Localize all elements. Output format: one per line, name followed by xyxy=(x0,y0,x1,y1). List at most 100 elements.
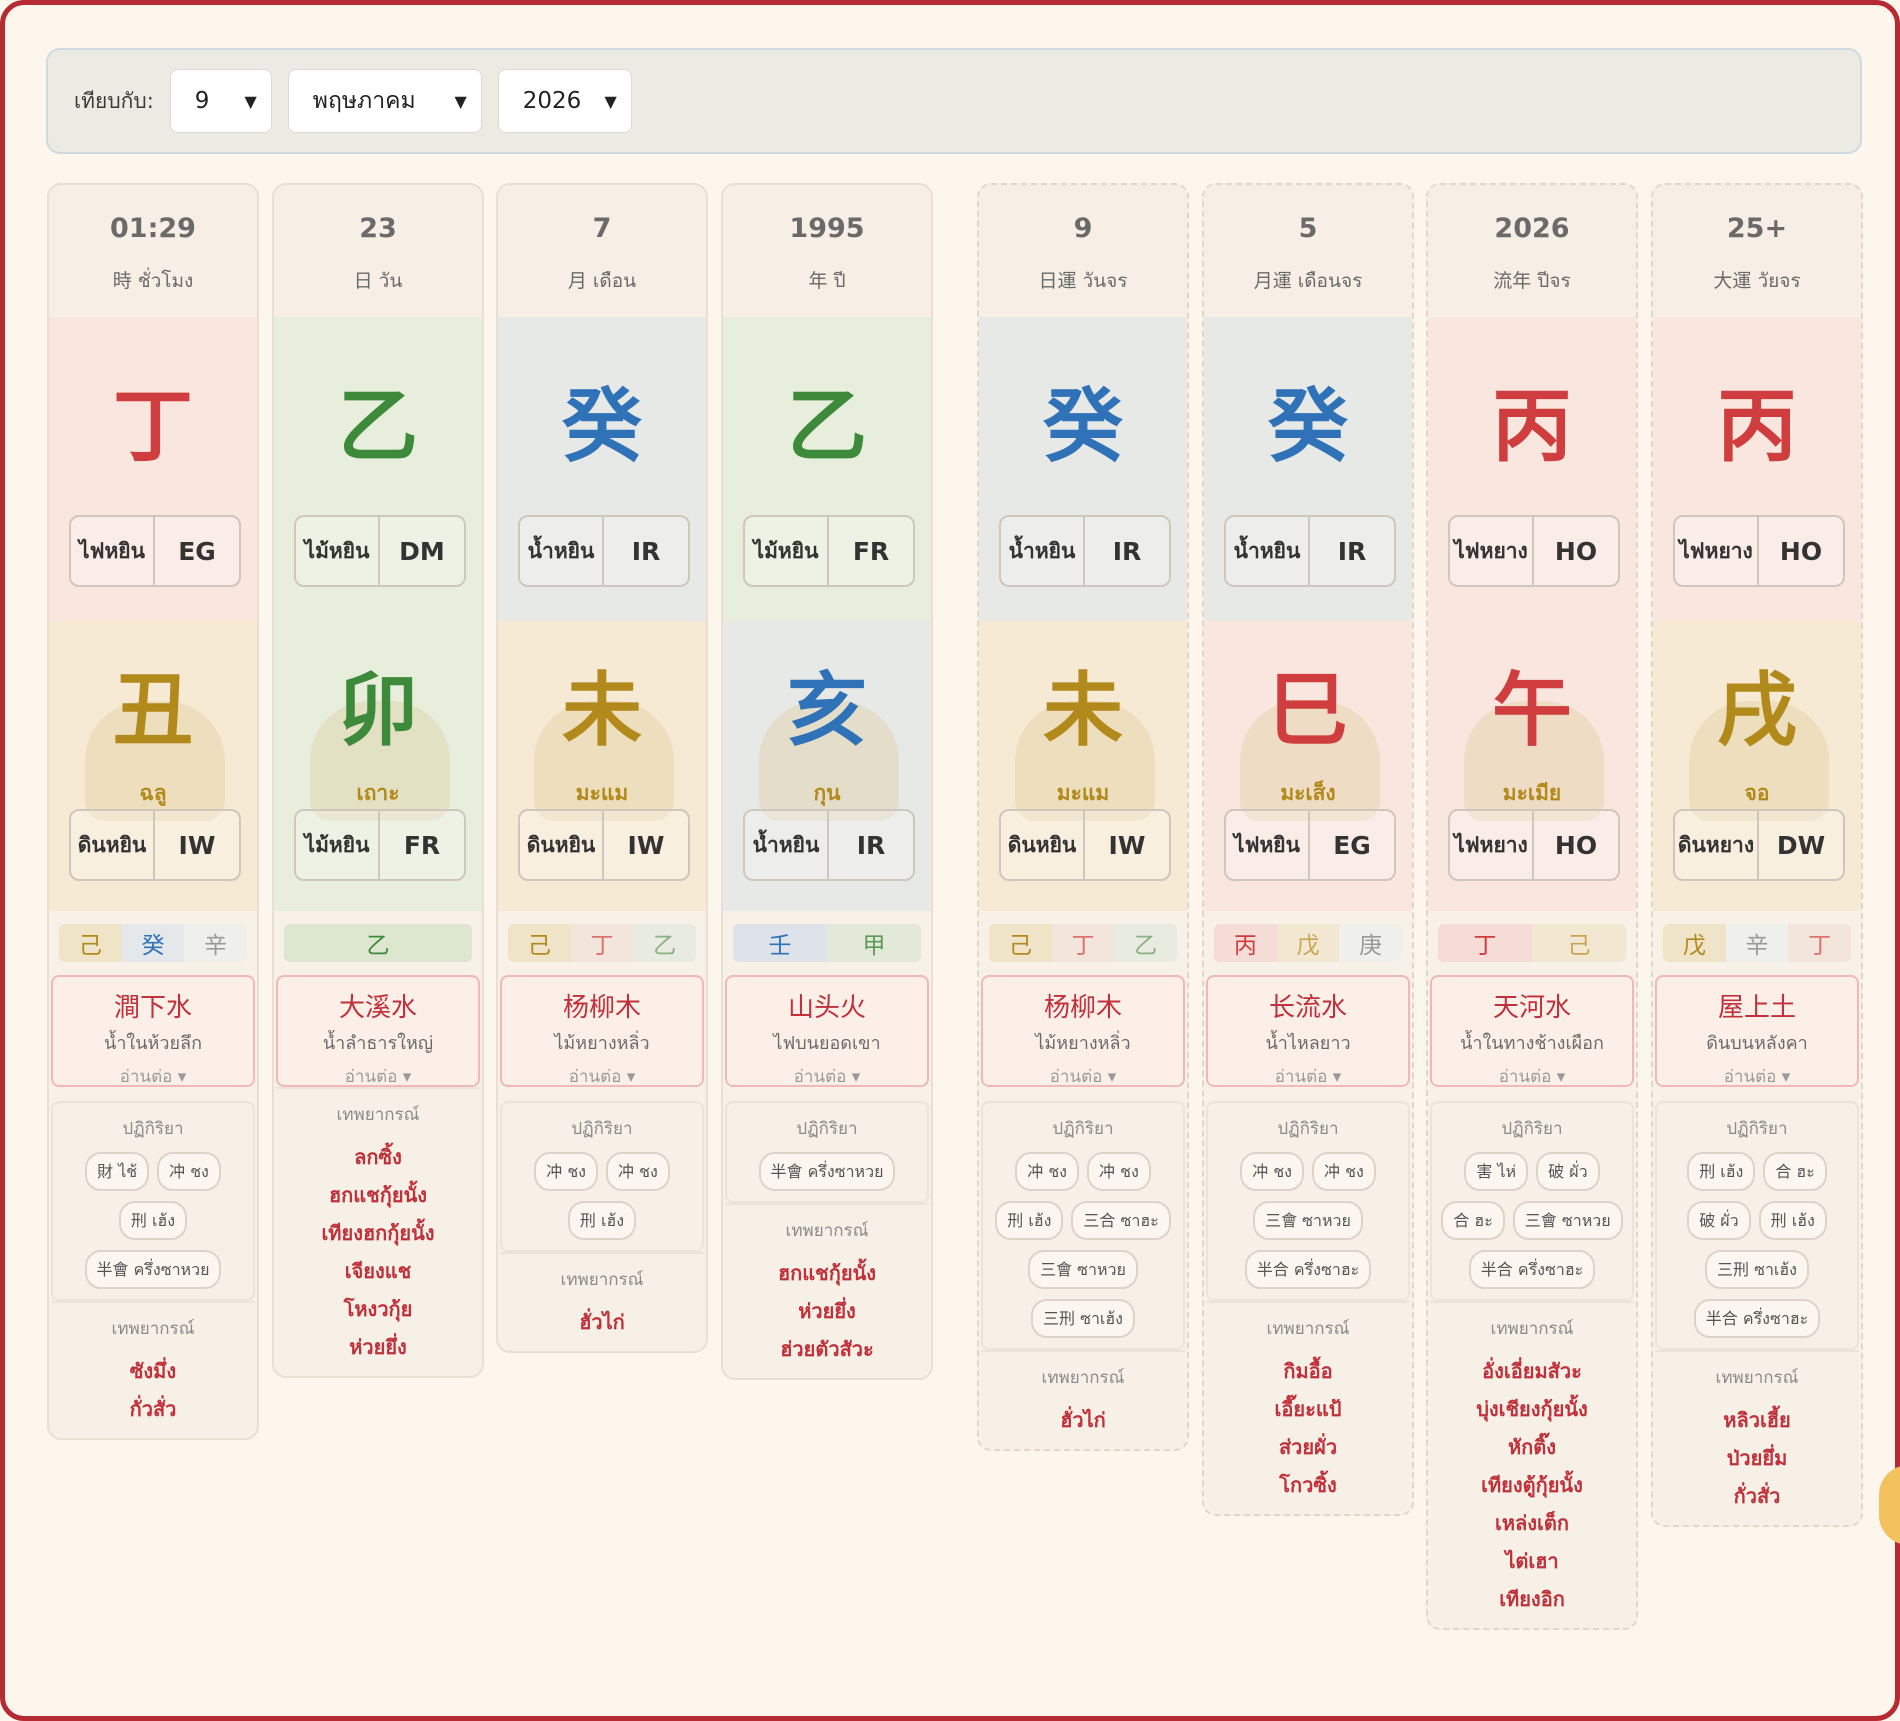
predictions-box: เทพยากรณ์ ฮั่วไก่ xyxy=(981,1350,1185,1449)
reaction-pill[interactable]: 三會 ซาหวย xyxy=(1512,1201,1623,1240)
earthly-branch-cell[interactable]: 戌 จอ ดินหยาง DW xyxy=(1653,621,1861,911)
heavenly-stem-cell[interactable]: 癸 น้ำหยิน IR xyxy=(1204,317,1412,621)
prediction-item[interactable]: ส่วยผั่ว xyxy=(1212,1428,1404,1466)
prediction-item[interactable]: ซังมึ่ง xyxy=(57,1352,249,1390)
prediction-item[interactable]: เทียงอิก xyxy=(1436,1580,1628,1618)
earthly-branch-cell[interactable]: 未 มะแม ดินหยิน IW xyxy=(498,621,706,911)
reaction-pill[interactable]: 刑 เฮ้ง xyxy=(118,1201,188,1240)
reaction-pill[interactable]: 冲 ชง xyxy=(157,1152,221,1191)
heavenly-stem-cell[interactable]: 癸 น้ำหยิน IR xyxy=(979,317,1187,621)
read-more-link[interactable]: อ่านต่อ ▾ xyxy=(1657,1063,1857,1090)
reaction-pill[interactable]: 半會 ครึ่งซาหวย xyxy=(758,1152,896,1191)
heavenly-stem-cell[interactable]: 乙 ไม้หยิน DM xyxy=(274,317,482,621)
prediction-item[interactable]: โกวซิ้ง xyxy=(1212,1466,1404,1504)
heavenly-stem-cell[interactable]: 乙 ไม้หยิน FR xyxy=(723,317,931,621)
heavenly-stem-cell[interactable]: 癸 น้ำหยิน IR xyxy=(498,317,706,621)
reaction-pill[interactable]: 半合 ครึ่งซาฮะ xyxy=(1468,1250,1596,1289)
hidden-stem-chip: 乙 xyxy=(633,924,697,962)
prediction-item[interactable]: เจียงแช xyxy=(282,1252,474,1290)
day-select[interactable]: 9 ▼ xyxy=(169,69,272,133)
reaction-pill[interactable]: 冲 ชง xyxy=(1087,1152,1151,1191)
reaction-pill[interactable]: 三會 ซาหวย xyxy=(1253,1201,1363,1240)
heavenly-stem-cell[interactable]: 丙 ไฟหยาง HO xyxy=(1653,317,1861,621)
prediction-item[interactable]: โหงวกุ้ย xyxy=(282,1290,474,1328)
reaction-pill[interactable]: 冲 ชง xyxy=(534,1152,598,1191)
prediction-item[interactable]: เอี๊ยะแป้ xyxy=(1212,1390,1404,1428)
prediction-item[interactable]: เทียงฮกกุ้ยนั้ง xyxy=(282,1214,474,1252)
stem-character: 乙 xyxy=(787,380,867,473)
read-more-link[interactable]: อ่านต่อ ▾ xyxy=(727,1063,927,1090)
prediction-item[interactable]: ฮั่วไก่ xyxy=(987,1401,1179,1439)
heavenly-stem-cell[interactable]: 丁 ไฟหยิน EG xyxy=(49,317,257,621)
read-more-link[interactable]: อ่านต่อ ▾ xyxy=(502,1063,702,1090)
prediction-item[interactable]: ฮ่วยตัวสัวะ xyxy=(731,1330,923,1368)
prediction-item[interactable]: ฮั่วไก่ xyxy=(506,1303,698,1341)
prediction-item[interactable]: หลิวเฮี้ย xyxy=(1661,1401,1853,1439)
reaction-pill[interactable]: 刑 เฮ้ง xyxy=(567,1201,637,1240)
reaction-pill[interactable]: 合 ฮะ xyxy=(1763,1152,1827,1191)
prediction-item[interactable]: ลกซิ้ง xyxy=(282,1138,474,1176)
read-more-link[interactable]: อ่านต่อ ▾ xyxy=(983,1063,1183,1090)
reaction-pill[interactable]: 半合 ครึ่งซาฮะ xyxy=(1693,1299,1821,1338)
reaction-pill[interactable]: 冲 ชง xyxy=(1240,1152,1304,1191)
nayin-chinese: 杨柳木 xyxy=(1043,993,1122,1023)
earthly-branch-cell[interactable]: 未 มะแม ดินหยิน IW xyxy=(979,621,1187,911)
element-label: ดินหยิน xyxy=(1001,811,1085,879)
prediction-item[interactable]: ฮกแชกุ้ยนั้ง xyxy=(282,1176,474,1214)
reaction-pill[interactable]: 三合 ซาฮะ xyxy=(1071,1201,1171,1240)
prediction-item[interactable]: ฮกแชกุ้ยนั้ง xyxy=(731,1254,923,1292)
zodiac-animal-name: เถาะ xyxy=(356,781,400,805)
ten-god-badge: ไฟหยาง HO xyxy=(1448,515,1620,587)
month-select[interactable]: พฤษภาคม ▼ xyxy=(287,69,482,133)
pillar-number: 5 xyxy=(1298,213,1318,244)
reaction-pill[interactable]: 刑 เฮ้ง xyxy=(1758,1201,1827,1240)
earthly-branch-cell[interactable]: 巳 มะเส็ง ไฟหยิน EG xyxy=(1204,621,1412,911)
reaction-pill[interactable]: 財 ไช้ xyxy=(85,1152,150,1191)
prediction-item[interactable]: ห่วยยึ่ง xyxy=(731,1292,923,1330)
prediction-item[interactable]: หักติ๊ง xyxy=(1436,1428,1628,1466)
earthly-branch-cell[interactable]: 午 มะเมีย ไฟหยาง HO xyxy=(1428,621,1636,911)
earthly-branch-cell[interactable]: 丑 ฉลู ดินหยิน IW xyxy=(49,621,257,911)
prediction-item[interactable]: เทียงตู้กุ้ยนั้ง xyxy=(1436,1466,1628,1504)
read-more-link[interactable]: อ่านต่อ ▾ xyxy=(53,1063,253,1090)
reaction-pill[interactable]: 刑 เฮ้ง xyxy=(995,1201,1064,1240)
reaction-pill[interactable]: 破 ผั่ว xyxy=(1536,1152,1600,1191)
prediction-item[interactable]: ไต่เฮา xyxy=(1436,1542,1628,1580)
reaction-pill[interactable]: 合 ฮะ xyxy=(1441,1201,1505,1240)
element-label: น้ำหยิน xyxy=(1226,517,1310,585)
reaction-pill[interactable]: 三刑 ซาเฮ้ง xyxy=(1031,1299,1135,1338)
chevron-down-icon: ▼ xyxy=(244,91,257,111)
branch-character: 亥 xyxy=(787,664,867,757)
prediction-item[interactable]: กั่วสั่ว xyxy=(1661,1477,1853,1515)
reaction-pill[interactable]: 害 ไห่ xyxy=(1464,1152,1529,1191)
reaction-pill[interactable]: 刑 เฮ้ง xyxy=(1687,1152,1756,1191)
reaction-pill[interactable]: 冲 ชง xyxy=(606,1152,670,1191)
reaction-pill[interactable]: 三會 ซาหวย xyxy=(1028,1250,1138,1289)
prediction-item[interactable]: กิมอื้อ xyxy=(1212,1352,1404,1390)
compare-label: เทียบกับ: xyxy=(74,88,154,113)
prediction-item[interactable]: บุ่งเชียงกุ้ยนั้ง xyxy=(1436,1390,1628,1428)
prediction-item[interactable]: กั่วสั่ว xyxy=(57,1390,249,1428)
prediction-item[interactable]: ป่วยยึ่ม xyxy=(1661,1439,1853,1477)
year-select[interactable]: 2026 ▼ xyxy=(497,69,632,133)
reaction-pill[interactable]: 冲 ชง xyxy=(1312,1152,1376,1191)
reaction-pill[interactable]: 三刑 ซาเฮ้ง xyxy=(1705,1250,1809,1289)
reaction-pill[interactable]: 半合 ครึ่งซาฮะ xyxy=(1244,1250,1372,1289)
prediction-item[interactable]: เหล่งเต็ก xyxy=(1436,1504,1628,1542)
heavenly-stem-cell[interactable]: 丙 ไฟหยาง HO xyxy=(1428,317,1636,621)
prediction-item[interactable]: ห่วยยึ่ง xyxy=(282,1328,474,1366)
reaction-pill[interactable]: 冲 ชง xyxy=(1015,1152,1079,1191)
read-more-link[interactable]: อ่านต่อ ▾ xyxy=(278,1063,478,1090)
read-more-link[interactable]: อ่านต่อ ▾ xyxy=(1432,1063,1632,1090)
read-more-link[interactable]: อ่านต่อ ▾ xyxy=(1208,1063,1408,1090)
earthly-branch-cell[interactable]: 卯 เถาะ ไม้หยิน FR xyxy=(274,621,482,911)
reaction-pill[interactable]: 破 ผั่ว xyxy=(1687,1201,1751,1240)
floating-action-button[interactable] xyxy=(1879,1465,1900,1545)
pillar-header: 5 月運 เดือนจร xyxy=(1204,185,1412,317)
reactions-box: ปฏิกิริยา 冲 ชง冲 ชง 三會 ซาหวย 半合 ครึ่งซาฮะ xyxy=(1206,1101,1410,1301)
reaction-pill[interactable]: 半會 ครึ่งซาหวย xyxy=(84,1250,222,1289)
earthly-branch-cell[interactable]: 亥 กุน น้ำหยิน IR xyxy=(723,621,931,911)
nayin-thai: ไฟบนยอดเขา xyxy=(773,1033,881,1054)
nayin-thai: น้ำในทางช้างเผือก xyxy=(1460,1033,1604,1054)
prediction-item[interactable]: อั่งเอี่ยมสัวะ xyxy=(1436,1352,1628,1390)
